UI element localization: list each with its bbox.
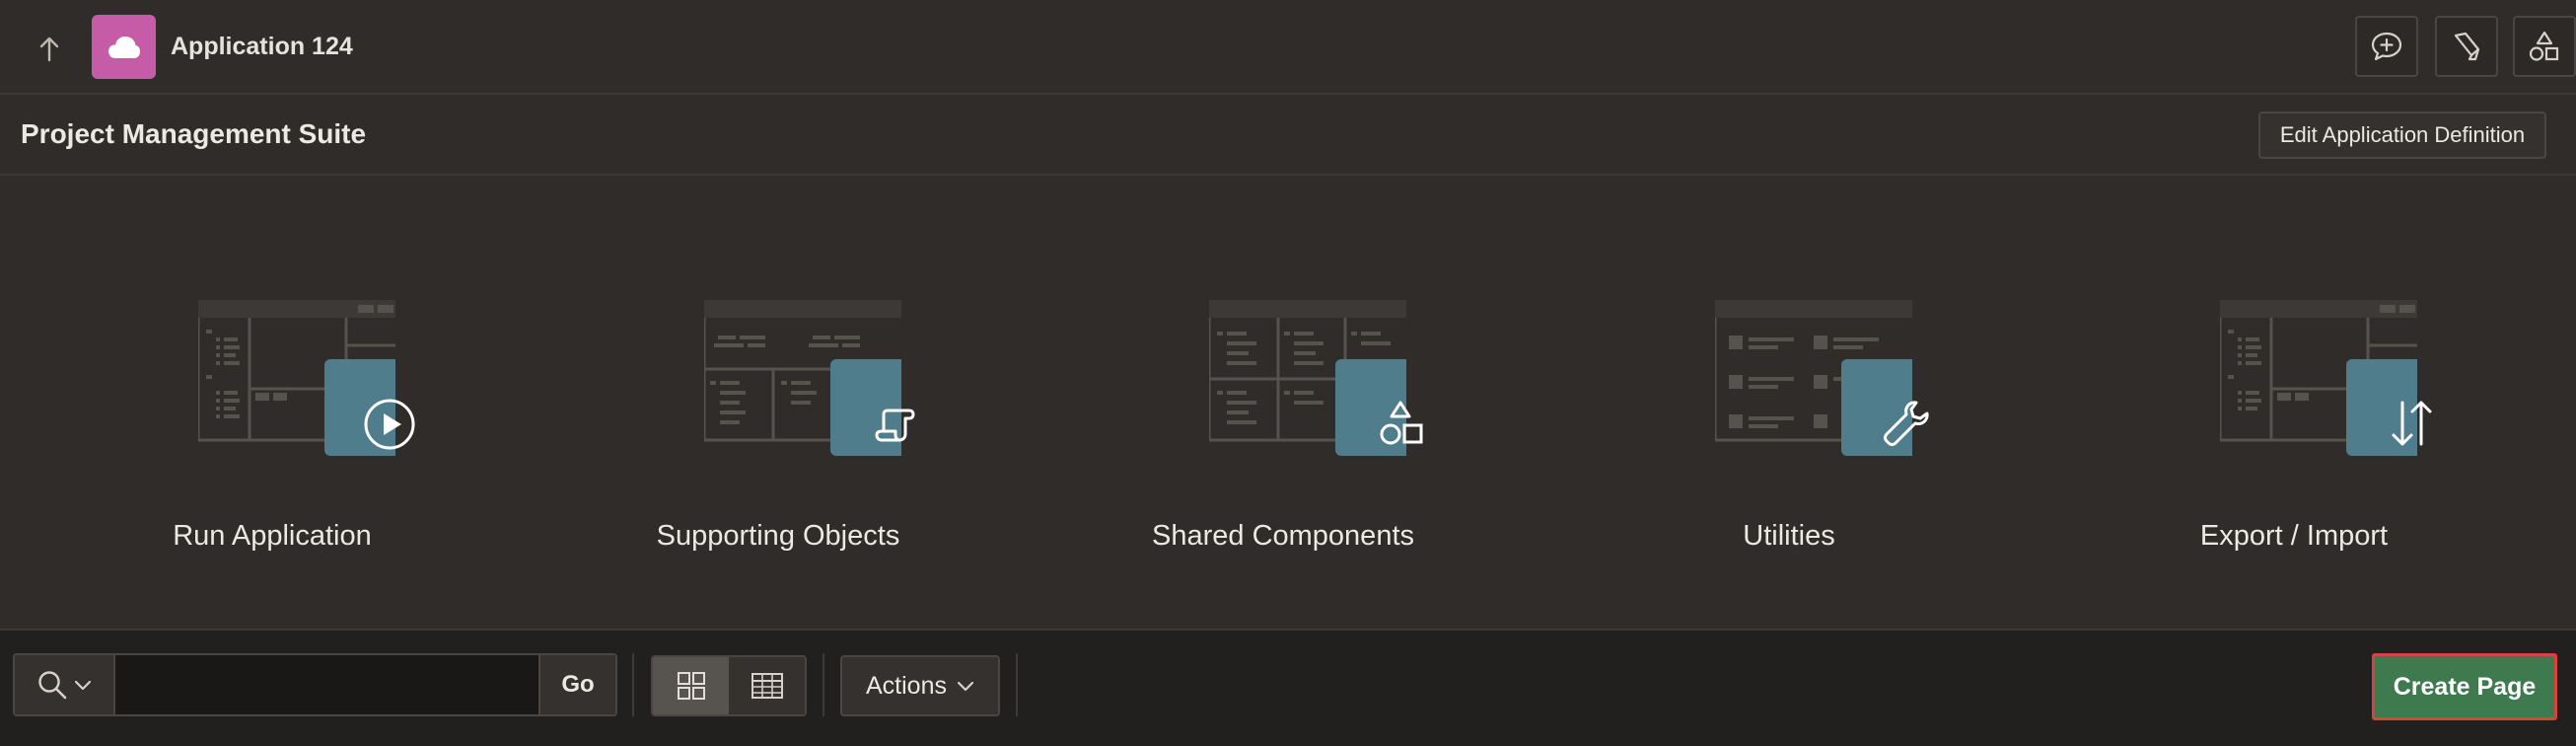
- title-region: Project Management Suite Edit Applicatio…: [0, 95, 2576, 176]
- tile-shared-components[interactable]: Shared Components: [1135, 276, 1431, 572]
- icon-view-button[interactable]: [653, 657, 729, 714]
- toolbar-divider: [632, 653, 634, 716]
- search-input[interactable]: [115, 655, 538, 714]
- top-bar: Application 124: [0, 0, 2576, 95]
- tile-export-import[interactable]: Export / Import: [2146, 276, 2442, 572]
- arrows-up-down-icon: [2392, 401, 2432, 446]
- shapes-button[interactable]: [2513, 16, 2576, 77]
- search-group: Go: [13, 653, 617, 716]
- search-icon: [38, 671, 67, 700]
- tile-label: Run Application: [173, 520, 372, 552]
- bottom-toolbar: Go Actions Create Page: [0, 629, 2576, 746]
- tile-run-application[interactable]: Run Application: [124, 276, 420, 572]
- tile-label: Utilities: [1743, 520, 1835, 552]
- toolbar-divider: [823, 653, 824, 716]
- play-icon: [364, 399, 415, 450]
- actions-label: Actions: [866, 671, 947, 700]
- tile-label: Shared Components: [1152, 520, 1414, 552]
- arrow-up-icon: [39, 37, 59, 62]
- table-icon: [751, 673, 783, 699]
- feedback-button[interactable]: [2355, 16, 2418, 77]
- highlighter-button[interactable]: [2435, 16, 2498, 77]
- tile-label: Export / Import: [2199, 520, 2389, 552]
- tile-utilities[interactable]: Utilities: [1641, 276, 1937, 572]
- report-view-button[interactable]: [729, 657, 805, 714]
- actions-menu-button[interactable]: Actions: [840, 655, 1000, 716]
- cloud-icon: [107, 36, 140, 58]
- highlighter-icon: [2454, 32, 2480, 61]
- app-icon-badge: [92, 15, 156, 79]
- shapes-icon: [2529, 31, 2559, 61]
- search-column-selector[interactable]: [15, 655, 115, 714]
- page-title: Project Management Suite: [21, 118, 367, 149]
- go-button[interactable]: Go: [538, 655, 615, 714]
- wrench-icon: [1884, 401, 1929, 446]
- scroll-icon: [875, 409, 915, 442]
- navigate-up-button[interactable]: [28, 28, 71, 71]
- application-title: Application 124: [171, 33, 353, 60]
- toolbar-divider: [1016, 653, 1018, 716]
- view-mode-toggle: [651, 655, 807, 716]
- shapes-icon: [1380, 401, 1423, 445]
- tile-supporting-objects[interactable]: Supporting Objects: [630, 276, 926, 572]
- grid-icon: [677, 672, 705, 700]
- edit-application-definition-button[interactable]: Edit Application Definition: [2258, 112, 2546, 159]
- chevron-down-icon: [957, 681, 974, 692]
- chat-plus-icon: [2371, 32, 2402, 61]
- tile-label: Supporting Objects: [656, 520, 900, 552]
- create-page-button[interactable]: Create Page: [2372, 653, 2557, 720]
- chevron-down-icon: [74, 680, 92, 691]
